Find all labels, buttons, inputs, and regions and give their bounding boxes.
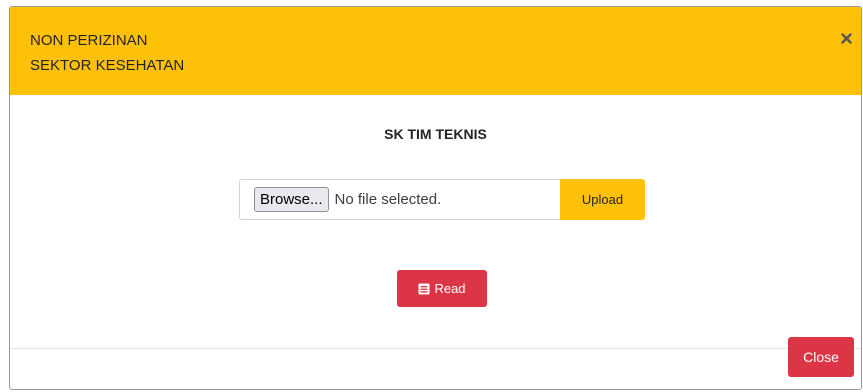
book-icon bbox=[418, 283, 430, 294]
file-input[interactable]: Browse... No file selected. bbox=[239, 179, 560, 220]
modal-title-line1: NON PERIZINAN bbox=[30, 32, 148, 49]
footer-divider bbox=[10, 348, 861, 349]
modal-body: SK TIM TEKNIS Browse... No file selected… bbox=[10, 95, 861, 348]
read-button-label: Read bbox=[434, 281, 466, 296]
modal-header: NON PERIZINAN SEKTOR KESEHATAN bbox=[10, 7, 861, 95]
upload-button[interactable]: Upload bbox=[560, 179, 645, 220]
browse-button[interactable]: Browse... bbox=[254, 187, 329, 212]
read-button[interactable]: Read bbox=[397, 270, 487, 307]
file-upload-group: Browse... No file selected. Upload bbox=[239, 179, 645, 220]
file-status-text: No file selected. bbox=[334, 191, 442, 208]
modal-title-line2: SEKTOR KESEHATAN bbox=[30, 57, 185, 74]
modal-title: NON PERIZINAN SEKTOR KESEHATAN bbox=[30, 28, 184, 78]
section-title: SK TIM TEKNIS bbox=[384, 126, 487, 142]
close-button[interactable]: Close bbox=[788, 337, 854, 377]
close-icon[interactable] bbox=[837, 29, 855, 47]
close-icon-glyph bbox=[840, 32, 852, 44]
modal-dialog: NON PERIZINAN SEKTOR KESEHATAN SK TIM TE… bbox=[9, 6, 862, 390]
